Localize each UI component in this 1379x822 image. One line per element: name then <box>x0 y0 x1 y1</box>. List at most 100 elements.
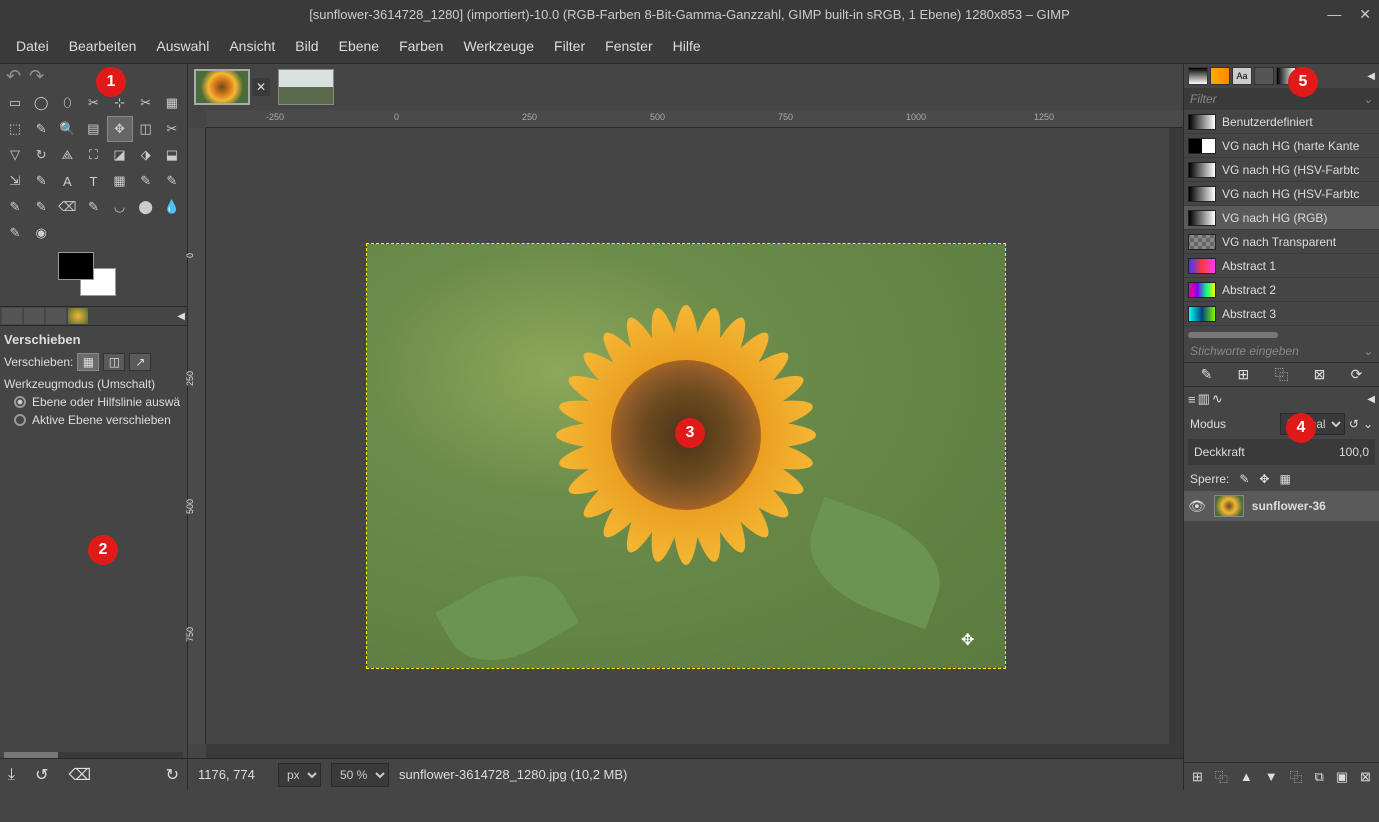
tab-icon[interactable]: Aa <box>1232 67 1252 85</box>
tab-icon[interactable] <box>46 308 66 324</box>
tool-8[interactable]: ✎ <box>28 116 54 142</box>
visibility-icon[interactable]: 👁 <box>1188 498 1206 515</box>
gradient-item[interactable]: VG nach HG (RGB) <box>1184 206 1379 230</box>
tab-icon[interactable] <box>1210 67 1230 85</box>
channels-tab-icon[interactable]: ▥ <box>1198 391 1210 407</box>
menu-farben[interactable]: Farben <box>389 32 453 60</box>
tool-22[interactable]: ✎ <box>28 168 54 194</box>
tab-icon[interactable] <box>24 308 44 324</box>
delete-icon[interactable]: ⌫ <box>68 765 91 785</box>
lock-position-icon[interactable]: ✥ <box>1259 472 1269 486</box>
tool-18[interactable]: ◪ <box>107 142 133 168</box>
close-icon[interactable]: ✕ <box>1359 6 1371 23</box>
mask-icon[interactable]: ▣ <box>1336 769 1348 785</box>
tool-29[interactable]: ✎ <box>28 194 54 220</box>
undo-icon[interactable]: ↶ <box>6 66 21 87</box>
gradient-item[interactable]: VG nach HG (harte Kante <box>1184 134 1379 158</box>
tool-6[interactable]: ▦ <box>159 90 185 116</box>
tool-32[interactable]: ◡ <box>107 194 133 220</box>
filter-row[interactable]: Filter ⌄ <box>1184 88 1379 110</box>
scrollbar-horizontal[interactable] <box>1188 332 1278 338</box>
tool-35[interactable]: ✎ <box>2 220 28 246</box>
scrollbar-horizontal[interactable] <box>206 744 1183 758</box>
dock-menu-icon[interactable]: ◀ <box>177 311 185 322</box>
tool-2[interactable]: ⬯ <box>54 90 80 116</box>
merge-icon[interactable]: ⧉ <box>1315 769 1324 785</box>
menu-fenster[interactable]: Fenster <box>595 32 662 60</box>
tab-icon[interactable] <box>2 308 22 324</box>
unit-select[interactable]: px <box>278 763 321 787</box>
tab-icon[interactable] <box>68 308 88 324</box>
menu-ansicht[interactable]: Ansicht <box>219 32 285 60</box>
lock-pixels-icon[interactable]: ✎ <box>1239 472 1249 486</box>
delete-icon[interactable]: ⊠ <box>1314 366 1326 383</box>
tool-17[interactable]: ⛶ <box>80 142 106 168</box>
tool-25[interactable]: ▦ <box>107 168 133 194</box>
paths-tab-icon[interactable]: ∿ <box>1212 391 1223 407</box>
new-layer-icon[interactable]: ⊞ <box>1192 769 1203 785</box>
tool-27[interactable]: ✎ <box>159 168 185 194</box>
opacity-slider[interactable]: Deckkraft 100,0 <box>1188 439 1375 465</box>
move-layer-icon[interactable]: ▦ <box>77 353 99 371</box>
redo-icon[interactable]: ↷ <box>29 66 44 87</box>
minimize-icon[interactable]: — <box>1327 6 1341 23</box>
delete-layer-icon[interactable]: ⊠ <box>1360 769 1371 785</box>
tab-icon[interactable] <box>1188 67 1208 85</box>
tab-icon[interactable] <box>1254 67 1274 85</box>
reset-all-icon[interactable]: ↻ <box>166 765 179 785</box>
menu-ebene[interactable]: Ebene <box>329 32 389 60</box>
foreground-color[interactable] <box>58 252 94 280</box>
move-selection-icon[interactable]: ◫ <box>103 353 125 371</box>
tool-10[interactable]: ▤ <box>80 116 106 142</box>
keywords-input[interactable]: Stichworte eingeben ⌄ <box>1184 340 1379 362</box>
lock-alpha-icon[interactable]: ▦ <box>1279 472 1290 486</box>
layer-item[interactable]: 👁 sunflower-36 <box>1184 491 1379 521</box>
menu-filter[interactable]: Filter <box>544 32 595 60</box>
tool-0[interactable]: ▭ <box>2 90 28 116</box>
tool-5[interactable]: ✂ <box>133 90 159 116</box>
tool-26[interactable]: ✎ <box>133 168 159 194</box>
gradient-item[interactable]: VG nach Transparent <box>1184 230 1379 254</box>
radio-pick-layer[interactable]: Ebene oder Hilfslinie auswä <box>4 395 183 409</box>
tool-19[interactable]: ⬗ <box>133 142 159 168</box>
tool-15[interactable]: ↻ <box>28 142 54 168</box>
edit-icon[interactable]: ✎ <box>1201 366 1213 383</box>
layer-name[interactable]: sunflower-36 <box>1252 499 1326 513</box>
refresh-icon[interactable]: ⟳ <box>1351 366 1363 383</box>
tool-30[interactable]: ⌫ <box>54 194 80 220</box>
gradient-item[interactable]: VG nach HG (HSV-Farbtc <box>1184 158 1379 182</box>
tool-31[interactable]: ✎ <box>80 194 106 220</box>
tool-11[interactable]: ✥ <box>107 116 133 142</box>
tool-36[interactable]: ◉ <box>28 220 54 246</box>
chevron-down-icon[interactable]: ⌄ <box>1363 417 1373 431</box>
gradient-item[interactable]: Benutzerdefiniert <box>1184 110 1379 134</box>
image-canvas[interactable] <box>366 243 1006 669</box>
tool-23[interactable]: A <box>54 168 80 194</box>
image-tab-landscape[interactable] <box>278 69 334 105</box>
tool-21[interactable]: ⇲ <box>2 168 28 194</box>
menu-bild[interactable]: Bild <box>285 32 328 60</box>
new-icon[interactable]: ⊞ <box>1238 366 1250 383</box>
tool-33[interactable]: ⬤ <box>133 194 159 220</box>
gradient-item[interactable]: VG nach HG (HSV-Farbtc <box>1184 182 1379 206</box>
menu-datei[interactable]: Datei <box>6 32 59 60</box>
reset-icon[interactable]: ↺ <box>35 765 48 785</box>
radio-move-active[interactable]: Aktive Ebene verschieben <box>4 413 183 427</box>
tool-7[interactable]: ⬚ <box>2 116 28 142</box>
image-tab-sunflower[interactable] <box>194 69 250 105</box>
tool-12[interactable]: ◫ <box>133 116 159 142</box>
duplicate-icon[interactable]: ⿻ <box>1274 365 1288 385</box>
tool-14[interactable]: ▽ <box>2 142 28 168</box>
gradient-item[interactable]: Abstract 2 <box>1184 278 1379 302</box>
lower-icon[interactable]: ▼ <box>1265 769 1278 784</box>
tool-34[interactable]: 💧 <box>159 194 185 220</box>
tool-9[interactable]: 🔍 <box>54 116 80 142</box>
gradient-item[interactable]: Abstract 3 <box>1184 302 1379 326</box>
zoom-select[interactable]: 50 % <box>331 763 389 787</box>
reset-mode-icon[interactable]: ↺ <box>1349 417 1359 431</box>
tool-16[interactable]: ⟁ <box>54 142 80 168</box>
duplicate-icon[interactable]: ⿻ <box>1290 767 1303 786</box>
close-tab-icon[interactable]: ✕ <box>252 78 270 96</box>
save-icon[interactable]: ⤓ <box>8 766 15 784</box>
new-group-icon[interactable]: ⿻ <box>1215 767 1228 786</box>
